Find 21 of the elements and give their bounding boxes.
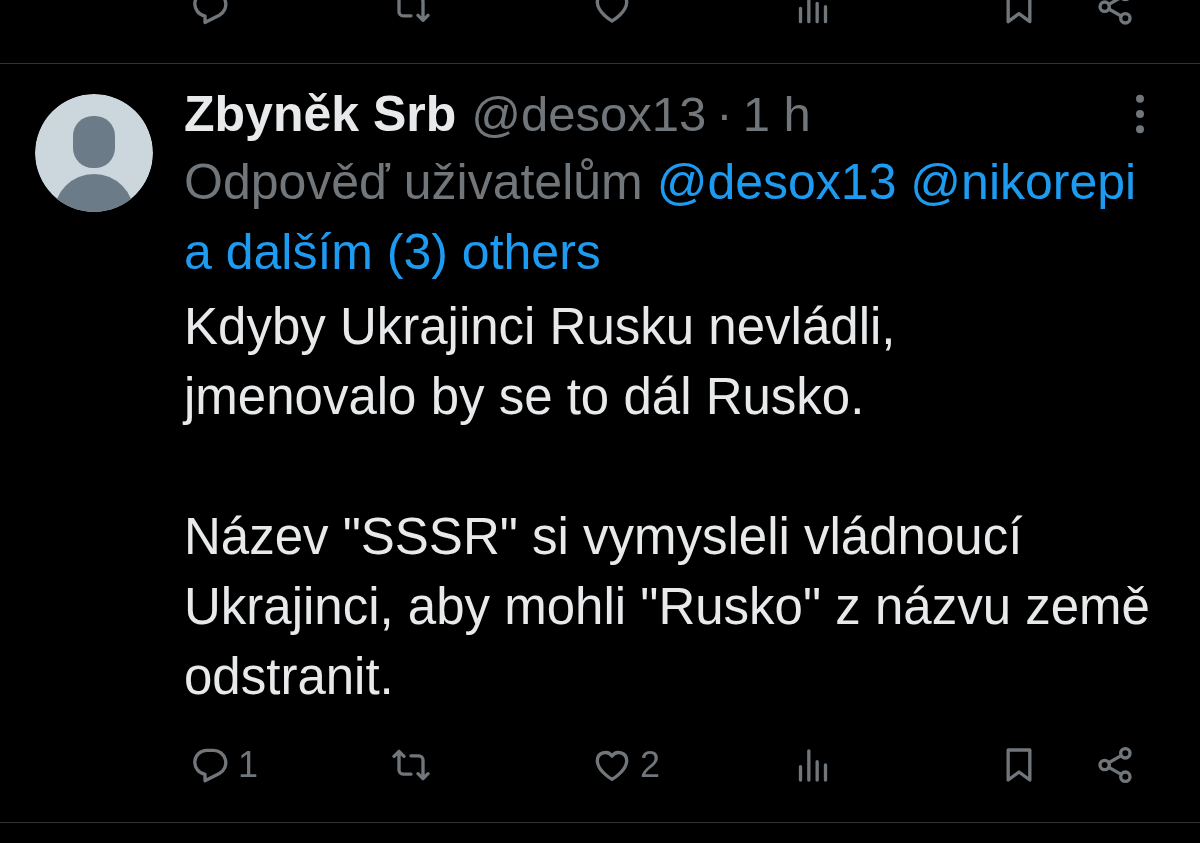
reply-context: Odpověď uživatelům @desox13 @nikorepi a dalším (3) others (184, 153, 1138, 282)
reply-button[interactable] (190, 0, 230, 27)
speech-bubble-icon (190, 0, 230, 27)
share-icon (1095, 0, 1135, 27)
post-text: Kdyby Ukrajinci Rusku nevládli, jmenovalo by se to dál Rusko. (184, 297, 897, 427)
post-text: Název "SSSR" si vymysleli vládnoucí Ukrajinci, aby mohli "Rusko" z názvu země odstranit. (184, 507, 1151, 707)
share-icon (1095, 745, 1135, 785)
reply-button[interactable]: 1 (190, 744, 259, 786)
author-name[interactable]: Zbyněk Srb (184, 84, 457, 143)
author-handle[interactable]: @desox13 (471, 85, 707, 142)
more-icon (1135, 93, 1145, 134)
post-time[interactable]: 1 h (742, 85, 811, 142)
mention-link[interactable]: @desox13 (656, 154, 897, 210)
more-button[interactable] (1135, 93, 1145, 134)
like-button[interactable]: 2 (592, 744, 661, 786)
meta-separator: · (716, 85, 733, 142)
others-link[interactable]: a dalším (3) others (184, 224, 601, 280)
share-button[interactable] (1095, 0, 1135, 27)
mention-link[interactable]: @nikorepi (910, 154, 1137, 210)
avatar-icon[interactable] (35, 94, 153, 212)
share-button[interactable] (1095, 745, 1135, 785)
